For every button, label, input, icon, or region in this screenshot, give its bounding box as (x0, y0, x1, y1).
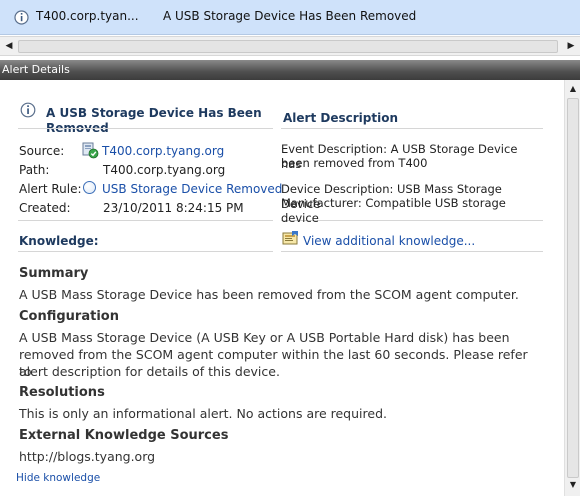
scroll-up-icon[interactable]: ▲ (567, 84, 579, 96)
divider (18, 251, 273, 252)
divider (281, 251, 543, 252)
info-icon (20, 102, 36, 121)
alert-grid-row[interactable]: T400.corp.tyan... A USB Storage Device H… (0, 0, 580, 35)
alert-details-header: Alert Details (0, 60, 580, 80)
computer-health-icon (82, 142, 99, 162)
scroll-right-icon[interactable]: ▶ (564, 39, 578, 54)
divider (18, 220, 273, 221)
configuration-heading: Configuration (19, 309, 119, 324)
configuration-line3: alert description for details of this de… (19, 364, 280, 379)
divider (18, 128, 273, 129)
device-description-line2: Manufacturer: Compatible USB storage dev… (281, 196, 506, 225)
horizontal-scroll-thumb[interactable] (18, 40, 558, 53)
divider (281, 128, 543, 129)
alert-row-source: T400.corp.tyan... (36, 9, 139, 23)
knowledge-label: Knowledge: (19, 234, 99, 248)
scroll-down-icon[interactable]: ▼ (567, 480, 579, 492)
summary-text: A USB Mass Storage Device has been remov… (19, 287, 519, 302)
rule-circle-icon (83, 181, 96, 194)
summary-heading: Summary (19, 266, 89, 281)
created-label: Created: (19, 201, 71, 215)
external-sources-text: http://blogs.tyang.org (19, 449, 156, 464)
alert-description-heading: Alert Description (283, 111, 398, 125)
configuration-line1: A USB Mass Storage Device (A USB Key or … (19, 330, 510, 345)
alert-rule-link[interactable]: USB Storage Device Removed (102, 182, 282, 196)
alert-details-pane: A USB Storage Device Has Been Removed So… (0, 80, 564, 496)
vertical-scrollbar[interactable]: ▲ ▼ (564, 80, 580, 496)
created-value: 23/10/2011 8:24:15 PM (103, 201, 244, 215)
vertical-scroll-thumb[interactable] (567, 98, 579, 478)
alert-details-title: Alert Details (2, 63, 70, 76)
alert-row-name: A USB Storage Device Has Been Removed (163, 9, 417, 23)
path-value: T400.corp.tyang.org (103, 163, 226, 177)
alert-rule-label: Alert Rule: (19, 182, 82, 196)
event-description-line2: been removed from T400 (281, 156, 428, 170)
external-sources-heading: External Knowledge Sources (19, 428, 229, 443)
knowledge-book-icon (282, 230, 300, 249)
path-label: Path: (19, 163, 50, 177)
source-label: Source: (19, 144, 65, 158)
view-knowledge-link[interactable]: View additional knowledge... (303, 234, 475, 248)
alert-title: A USB Storage Device Has Been Removed (46, 106, 262, 135)
resolutions-text: This is only an informational alert. No … (19, 406, 387, 421)
scroll-left-icon[interactable]: ◀ (2, 39, 16, 54)
horizontal-scrollbar[interactable]: ◀ ▶ (0, 36, 580, 56)
hide-knowledge-link[interactable]: Hide knowledge (16, 472, 100, 484)
source-link[interactable]: T400.corp.tyang.org (102, 144, 224, 158)
info-icon (14, 10, 29, 28)
resolutions-heading: Resolutions (19, 385, 105, 400)
